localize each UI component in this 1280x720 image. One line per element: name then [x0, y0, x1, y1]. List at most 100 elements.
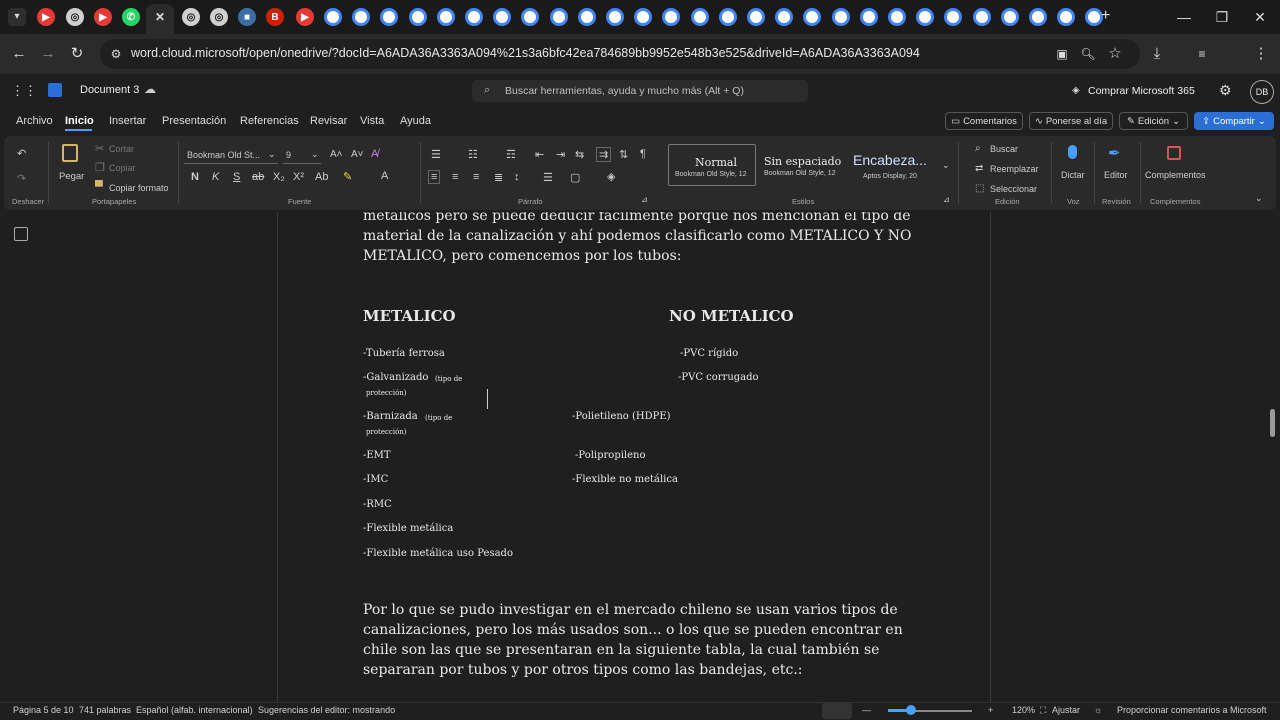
dialog-launcher-icon[interactable]: ⊿: [641, 195, 648, 204]
align-left-icon[interactable]: ≡: [428, 170, 441, 184]
style-normal[interactable]: Normal Bookman Old Style, 12: [668, 144, 756, 186]
numbering-icon[interactable]: ☷: [468, 148, 478, 161]
line-spacing-icon[interactable]: ↕: [514, 171, 520, 183]
fit-button[interactable]: Ajustar: [1052, 705, 1080, 715]
chatgpt-tab-icon[interactable]: ◎: [66, 8, 84, 26]
zoom-out-icon[interactable]: —: [862, 705, 871, 715]
read-mode-icon[interactable]: ▣: [1052, 44, 1072, 64]
underline-icon[interactable]: S: [233, 171, 240, 183]
dictate-button[interactable]: Dictar: [1061, 170, 1085, 180]
google-tab-icon[interactable]: [352, 8, 371, 26]
google-tab-icon[interactable]: [436, 8, 455, 26]
google-tab-icon[interactable]: [831, 8, 850, 26]
ltr-icon[interactable]: ⇆: [575, 148, 584, 161]
style-heading[interactable]: Encabeza... Aptos Display, 20: [850, 144, 938, 186]
redo-icon[interactable]: ↷: [17, 172, 26, 185]
tab-referencias[interactable]: Referencias: [240, 115, 299, 127]
superscript-icon[interactable]: X²: [293, 171, 304, 183]
maximize-button[interactable]: ❐: [1204, 6, 1240, 28]
bullets-icon[interactable]: ☰: [431, 148, 441, 161]
downloads-icon[interactable]: ⤓: [1147, 44, 1167, 64]
chatgpt-tab-icon[interactable]: ◎: [182, 8, 200, 26]
rtl-icon[interactable]: ⇉: [596, 147, 612, 162]
google-tab-icon[interactable]: [803, 8, 822, 26]
google-tab-icon[interactable]: [662, 8, 681, 26]
editor-suggestions[interactable]: Sugerencias del editor: mostrando: [258, 705, 395, 715]
find-button[interactable]: Buscar: [990, 144, 1018, 154]
google-tab-icon[interactable]: [944, 8, 963, 26]
zoom-slider-thumb[interactable]: [906, 705, 916, 715]
navigation-pane-icon[interactable]: [14, 227, 28, 241]
catch-up-button[interactable]: ∿ Ponerse al día: [1029, 112, 1113, 130]
minimize-button[interactable]: —: [1166, 6, 1202, 28]
styles-dialog-icon[interactable]: ⊿: [943, 195, 950, 204]
whatsapp-tab-icon[interactable]: ✆: [122, 8, 140, 26]
tab-vista[interactable]: Vista: [360, 115, 384, 127]
sort-icon[interactable]: ⇅: [619, 148, 628, 161]
google-tab-icon[interactable]: [972, 8, 991, 26]
google-tab-icon[interactable]: [775, 8, 794, 26]
subscript-icon[interactable]: X₂: [273, 171, 285, 183]
user-avatar[interactable]: DB: [1250, 80, 1274, 104]
italic-icon[interactable]: K: [212, 171, 219, 183]
document-page[interactable]: metálicos pero se puede deducir fácilmen…: [277, 212, 991, 702]
saved-status-icon[interactable]: ☁: [144, 82, 156, 96]
grow-font-icon[interactable]: A˄: [330, 149, 343, 160]
forward-icon[interactable]: →: [38, 44, 58, 64]
align-center-icon[interactable]: ≡: [452, 171, 458, 183]
cut-button[interactable]: Cortar: [109, 144, 134, 154]
book-tab-icon[interactable]: B: [266, 8, 284, 26]
google-tab-icon[interactable]: [465, 8, 483, 26]
back-icon[interactable]: ←: [9, 44, 29, 64]
tab-archivo[interactable]: Archivo: [16, 115, 53, 127]
google-tab-icon[interactable]: [1000, 8, 1019, 26]
clear-format-icon[interactable]: A̸: [371, 148, 378, 160]
close-tab-icon[interactable]: ✕: [151, 8, 169, 26]
word-count[interactable]: 741 palabras: [79, 705, 131, 715]
highlight-icon[interactable]: ✎: [343, 170, 352, 183]
multilevel-list-icon[interactable]: ☶: [506, 148, 516, 161]
comments-button[interactable]: ▭ Comentarios: [945, 112, 1023, 130]
chatgpt-tab-icon[interactable]: ◎: [210, 8, 228, 26]
google-tab-icon[interactable]: [634, 8, 653, 26]
site-info-icon[interactable]: ⚙: [106, 44, 126, 64]
google-tab-icon[interactable]: [324, 8, 342, 26]
google-tab-icon[interactable]: [888, 8, 906, 26]
paste-icon[interactable]: [62, 144, 78, 162]
zoom-icon[interactable]: 🔍︎: [1078, 44, 1098, 64]
tab-ayuda[interactable]: Ayuda: [400, 115, 431, 127]
borders-icon[interactable]: ▢: [570, 171, 580, 184]
google-tab-icon[interactable]: [380, 8, 399, 26]
google-tab-icon[interactable]: [521, 8, 540, 26]
bookmark-star-icon[interactable]: ☆: [1105, 44, 1125, 64]
align-right-icon[interactable]: ≡: [473, 171, 479, 183]
styles-more-icon[interactable]: ⌄: [942, 160, 950, 171]
editing-mode-button[interactable]: ✎ Edición ⌄: [1119, 112, 1188, 130]
tab-insertar[interactable]: Insertar: [109, 115, 146, 127]
font-color-icon[interactable]: A: [381, 170, 388, 182]
format-painter-button[interactable]: Copiar formato: [109, 183, 169, 193]
undo-icon[interactable]: ↶: [17, 147, 26, 160]
ribbon-collapse-icon[interactable]: ⌄: [1255, 193, 1263, 204]
tab-revisar[interactable]: Revisar: [310, 115, 347, 127]
google-tab-icon[interactable]: [577, 8, 596, 26]
language[interactable]: Español (alfab. internacional): [136, 705, 253, 715]
google-tab-icon[interactable]: [690, 8, 709, 26]
decrease-indent-icon[interactable]: ⇤: [535, 148, 544, 161]
url-text[interactable]: word.cloud.microsoft/open/onedrive/?docI…: [131, 46, 920, 60]
google-tab-icon[interactable]: [493, 8, 512, 26]
change-case-icon[interactable]: Ab: [315, 171, 328, 183]
style-no-spacing[interactable]: Sin espaciado Bookman Old Style, 12: [760, 144, 846, 186]
google-tab-icon[interactable]: [549, 8, 568, 26]
font-size-select[interactable]: 9 ⌄: [283, 148, 321, 164]
close-window-button[interactable]: ✕: [1242, 6, 1278, 28]
select-button[interactable]: Seleccionar: [990, 184, 1037, 194]
google-tab-icon[interactable]: [718, 8, 737, 26]
document-name[interactable]: Document 3: [80, 84, 139, 96]
youtube-tab-icon[interactable]: ▶: [296, 8, 314, 26]
page-view-icon[interactable]: [822, 703, 852, 719]
bold-icon[interactable]: N: [191, 171, 199, 183]
google-tab-icon[interactable]: [859, 8, 878, 26]
increase-indent-icon[interactable]: ⇥: [556, 148, 565, 161]
reload-icon[interactable]: ↻: [67, 44, 87, 64]
